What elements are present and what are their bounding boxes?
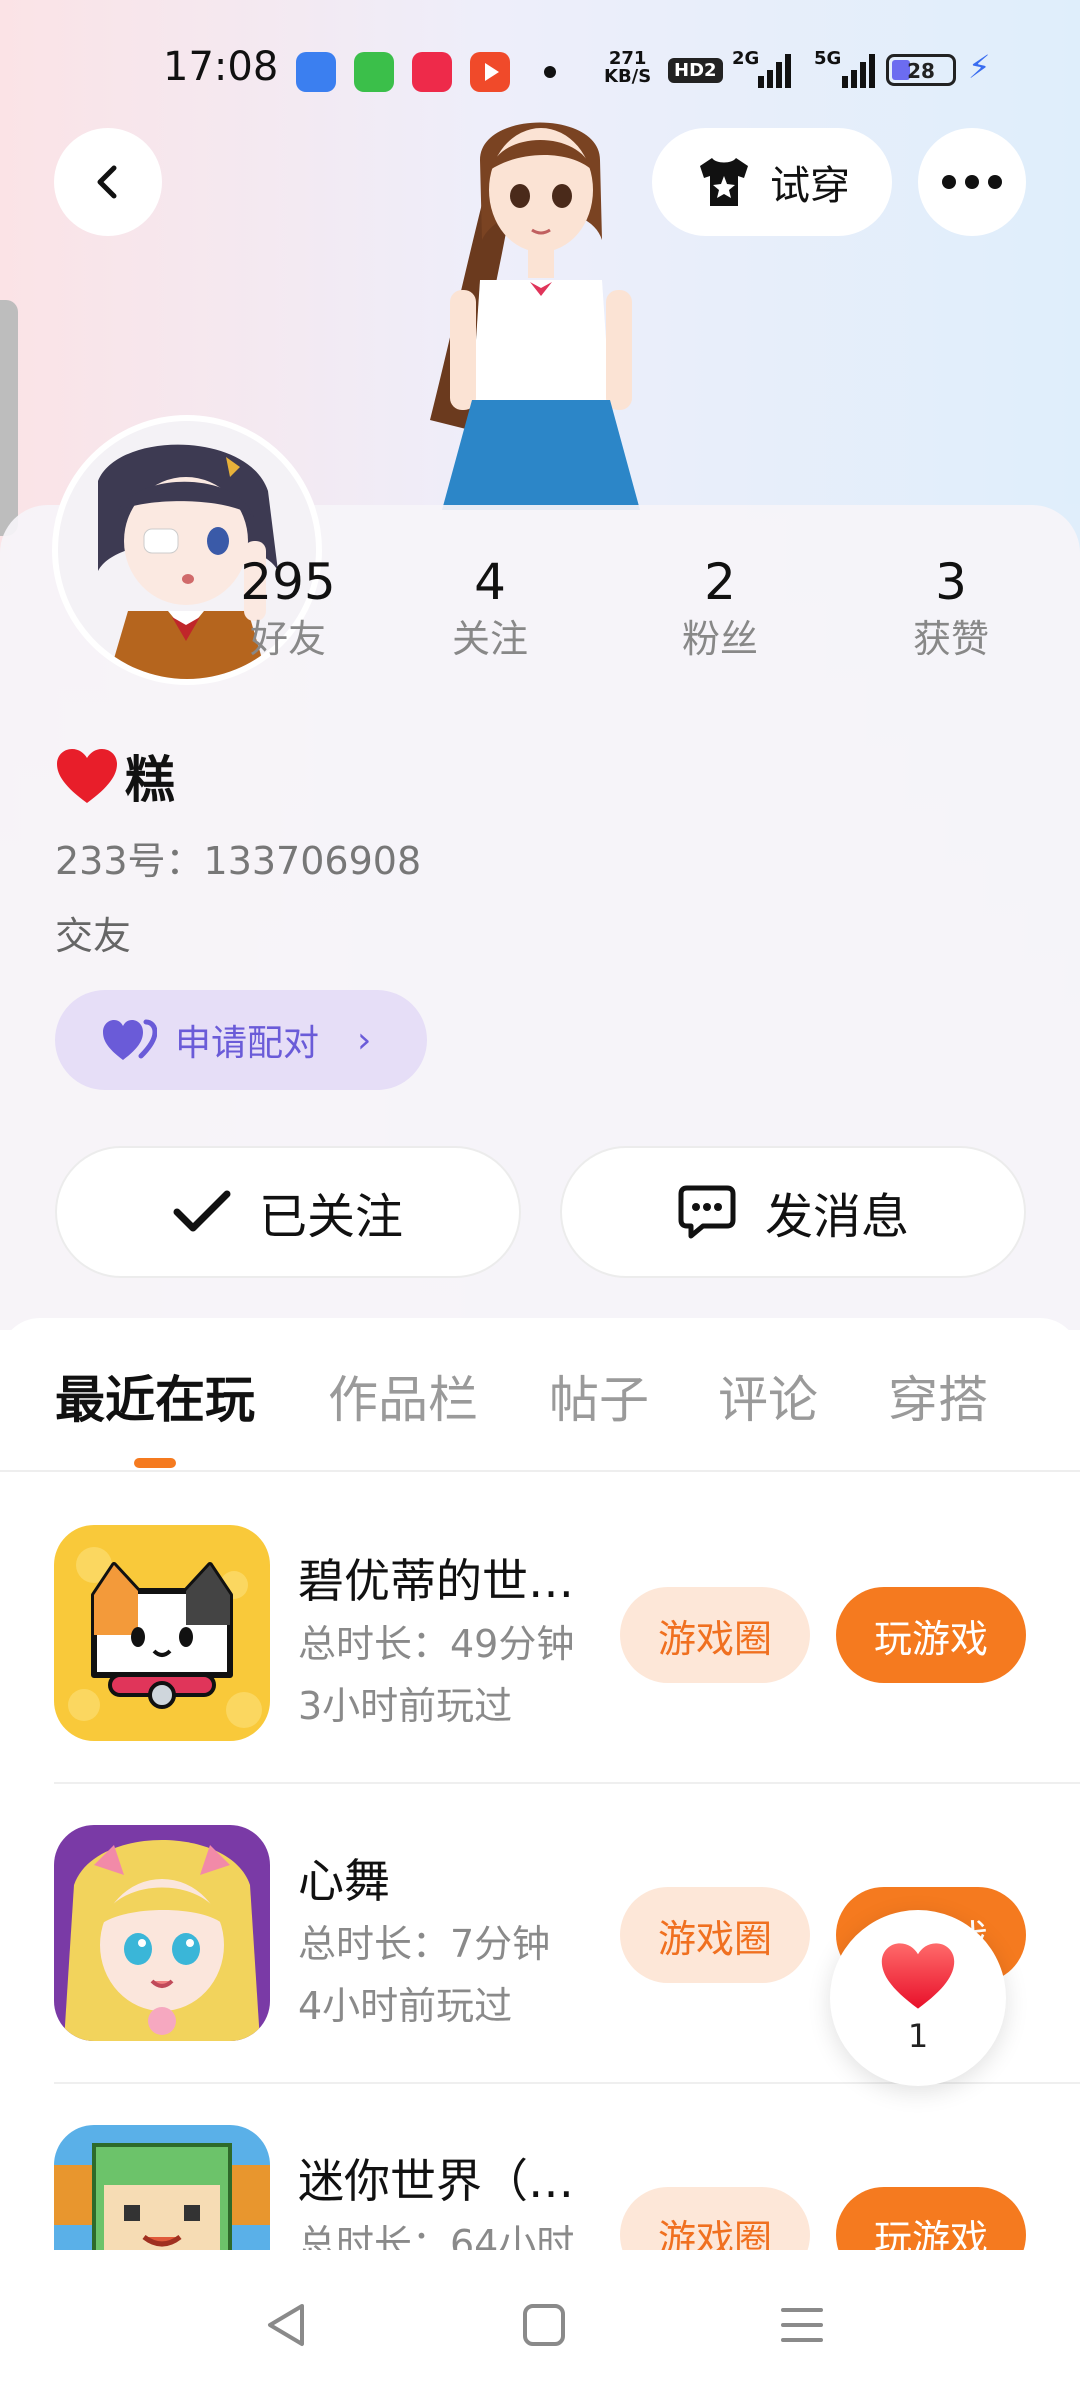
double-heart-icon (103, 1019, 157, 1060)
request-pairing-button[interactable]: 申请配对 › (55, 990, 427, 1090)
charging-icon: ⚡ (968, 48, 991, 86)
sim2-network-label: 5G (814, 48, 842, 69)
notification-dot-icon (544, 66, 556, 78)
status-bar: 17:08 271 KB/S HD2 2G 5G 28 ⚡ (0, 44, 1080, 100)
side-drawer-handle[interactable] (0, 300, 18, 536)
stat-fans-value: 2 (704, 553, 736, 611)
game-icon-heart-dance[interactable] (54, 1825, 270, 2041)
stat-following-value: 4 (474, 553, 506, 611)
tab-outfits[interactable]: 穿搭 (888, 1360, 988, 1432)
game-duration: 总时长：49分钟 (298, 1622, 575, 1666)
chevron-left-icon (97, 165, 117, 199)
tab-works[interactable]: 作品栏 (328, 1360, 478, 1432)
stat-fans[interactable]: 2 粉丝 (640, 552, 800, 666)
stat-fans-label: 粉丝 (681, 617, 758, 661)
tab-comments[interactable]: 评论 (718, 1360, 818, 1432)
game-icon-mini-world[interactable] (54, 2125, 270, 2250)
game-circle-button[interactable]: 游戏圈 (620, 2187, 810, 2250)
more-options-button[interactable] (918, 128, 1026, 236)
sim1-network-label: 2G (732, 48, 760, 69)
game-circle-button[interactable]: 游戏圈 (620, 1587, 810, 1683)
like-count: 1 (907, 2017, 929, 2055)
active-tab-indicator (134, 1458, 176, 1468)
hd-voice-badge: HD2 (668, 58, 723, 83)
nickname-text: 糕 (125, 751, 175, 809)
nickname: 糕 (55, 740, 175, 812)
network-speed: 271 KB/S (604, 50, 651, 86)
nav-back-button[interactable] (246, 2290, 326, 2360)
sim1-signal-icon (758, 54, 791, 88)
stat-likes[interactable]: 3 获赞 (871, 552, 1031, 666)
nav-home-button[interactable] (504, 2290, 584, 2360)
shopping-app-icon (354, 52, 394, 92)
system-navigation-bar (0, 2250, 1080, 2400)
try-on-label: 试穿 (770, 163, 850, 209)
message-bubble-icon (678, 1185, 736, 1239)
nav-menu-button[interactable] (762, 2290, 842, 2360)
tab-posts[interactable]: 帖子 (549, 1360, 649, 1432)
battery-icon: 28 (886, 54, 956, 86)
heart-icon (57, 749, 117, 803)
game-duration: 总时长：64小时 (298, 2222, 575, 2250)
infinity-app-icon (296, 52, 336, 92)
avatar-character-illustration[interactable] (410, 100, 670, 510)
network-speed-unit: KB/S (604, 66, 652, 87)
tabs-divider (0, 1470, 1080, 1472)
stat-following[interactable]: 4 关注 (410, 552, 570, 666)
square-home-icon (523, 2304, 565, 2346)
following-label: 已关注 (258, 1189, 403, 1245)
play-game-button[interactable]: 玩游戏 (836, 2187, 1026, 2250)
user-bio: 交友 (55, 914, 132, 958)
row-divider (54, 1782, 1080, 1784)
send-message-button[interactable]: 发消息 (560, 1146, 1026, 1278)
list-item[interactable]: 碧优蒂的世… 总时长：49分钟 3小时前玩过 游戏圈 玩游戏 (0, 1525, 1080, 1825)
game-last-played: 3小时前玩过 (298, 1684, 513, 1728)
stat-friends-label: 好友 (249, 617, 326, 661)
stat-following-label: 关注 (451, 617, 528, 661)
profile-tabs: 最近在玩 作品栏 帖子 评论 穿搭 (0, 1360, 1080, 1470)
game-circle-button[interactable]: 游戏圈 (620, 1887, 810, 1983)
game-last-played: 4小时前玩过 (298, 1984, 513, 2028)
stat-friends[interactable]: 295 好友 (208, 552, 368, 666)
triangle-back-icon (268, 2304, 304, 2346)
play-game-button[interactable]: 玩游戏 (836, 1587, 1026, 1683)
following-button[interactable]: 已关注 (55, 1146, 521, 1278)
user-id[interactable]: 233号：133706908 (55, 830, 421, 885)
video-app-icon (470, 52, 510, 92)
game-duration: 总时长：7分钟 (298, 1922, 551, 1966)
game-title: 心舞 (298, 1854, 390, 1908)
menu-lines-icon (781, 2308, 823, 2342)
game-icon-cat[interactable] (54, 1525, 270, 1741)
list-item[interactable]: 迷你世界（… 总时长：64小时 游戏圈 玩游戏 (0, 2125, 1080, 2250)
send-message-label: 发消息 (764, 1189, 909, 1245)
back-button[interactable] (54, 128, 162, 236)
try-on-button[interactable]: 试穿 (652, 128, 892, 236)
floating-like-button[interactable]: 1 (830, 1910, 1006, 2086)
xiaohongshu-app-icon (412, 52, 452, 92)
game-title: 碧优蒂的世… (298, 1554, 574, 1608)
sim2-signal-icon (842, 54, 875, 88)
tab-recently-played[interactable]: 最近在玩 (55, 1360, 255, 1432)
stat-friends-value: 295 (240, 553, 336, 611)
chevron-right-icon: › (357, 1019, 372, 1061)
game-title: 迷你世界（… (298, 2154, 574, 2208)
request-pairing-label: 申请配对 (175, 1023, 320, 1064)
checkmark-icon (173, 1190, 231, 1232)
stat-likes-value: 3 (935, 553, 967, 611)
stat-likes-label: 获赞 (912, 617, 989, 661)
status-time: 17:08 (163, 44, 279, 90)
more-dots-icon (942, 175, 1002, 189)
heart-icon (881, 1943, 955, 2009)
profile-stats: 295 好友 4 关注 2 粉丝 3 获赞 (0, 552, 1080, 682)
battery-level: 28 (907, 59, 935, 83)
tshirt-icon (700, 158, 748, 206)
